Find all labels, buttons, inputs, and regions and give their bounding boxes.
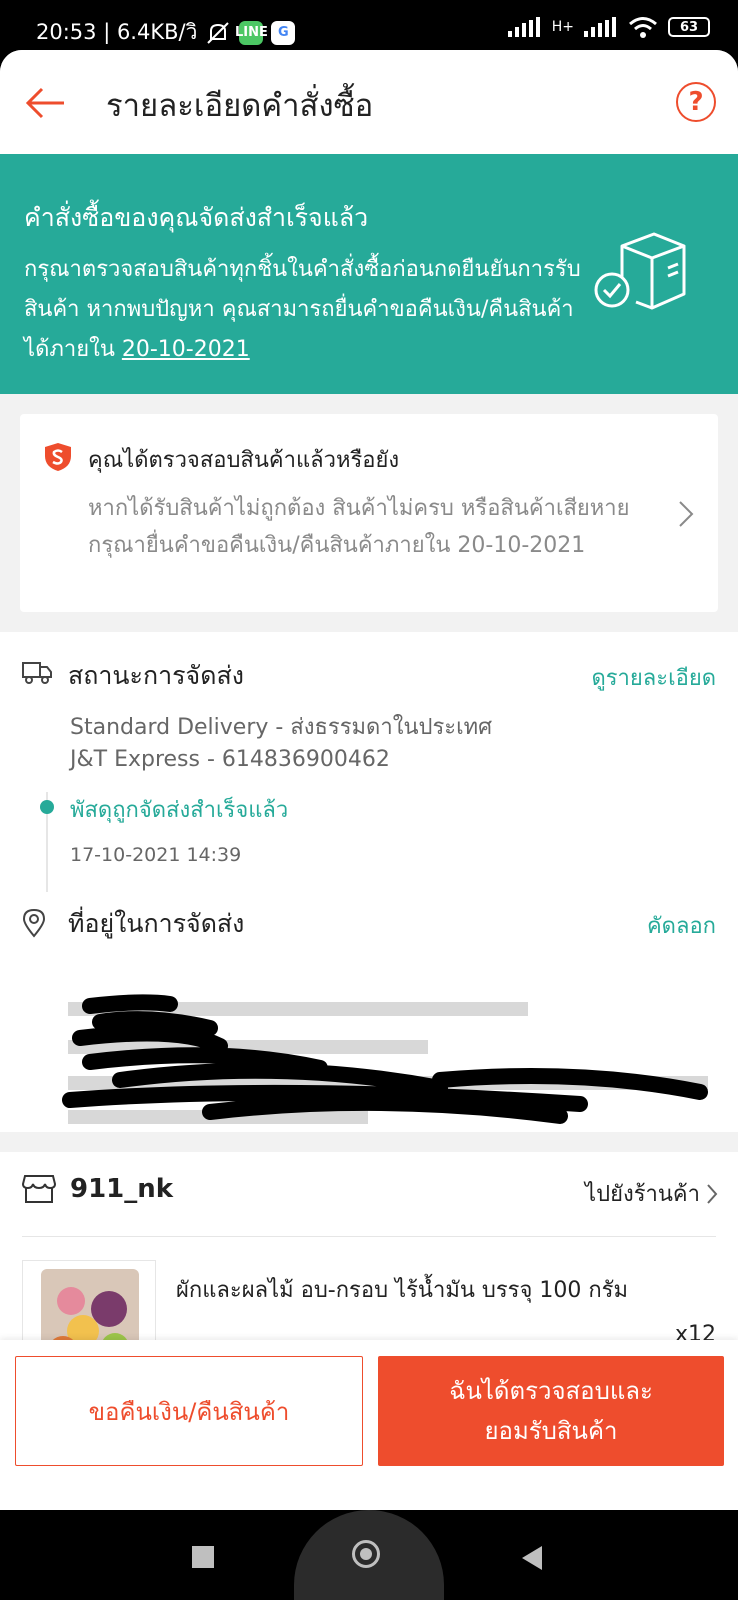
status-bar: 20:53 | 6.4KB/วิ LINE G H+ 63 <box>0 0 738 52</box>
shipping-carrier: J&T Express - 614836900462 <box>70 747 390 772</box>
chevron-right-icon <box>707 1183 718 1204</box>
location-pin-icon <box>22 908 46 938</box>
go-to-shop-label: ไปยังร้านค้า <box>585 1182 700 1207</box>
inspect-title: คุณได้ตรวจสอบสินค้าแล้วหรือยัง <box>88 448 400 473</box>
app-header: รายละเอียดคำสั่งซื้อ ? <box>0 50 738 154</box>
line-app-icon: LINE <box>235 20 268 45</box>
status-left: 20:53 | 6.4KB/วิ LINE G <box>36 16 296 49</box>
product-name[interactable]: ผักและผลไม้ อบ-กรอบ ไร้น้ำมัน บรรจุ 100 … <box>176 1272 628 1307</box>
package-check-icon <box>594 232 686 310</box>
system-nav-bar <box>0 1510 738 1600</box>
shipping-info: Standard Delivery - ส่งธรรมดาในประเทศ J&… <box>70 712 492 776</box>
recents-button[interactable] <box>192 1546 214 1568</box>
home-button[interactable] <box>352 1540 380 1568</box>
confirm-line-2: ยอมรับสินค้า <box>484 1417 618 1445</box>
battery-icon: 63 <box>668 17 710 37</box>
shipping-title: สถานะการจัดส่ง <box>68 661 244 690</box>
address-title: ที่อยู่ในการจัดส่ง <box>68 909 245 938</box>
signal-icon-2 <box>584 17 616 37</box>
status-time-speed: 20:53 | 6.4KB/วิ <box>36 20 198 44</box>
timeline-dot <box>40 800 54 814</box>
store-icon <box>22 1175 56 1203</box>
inspect-text: หากได้รับสินค้าไม่ถูกต้อง สินค้าไม่ครบ ห… <box>88 496 630 558</box>
divider <box>22 1236 716 1237</box>
shipping-section: สถานะการจัดส่ง ดูรายละเอียด Standard Del… <box>0 632 738 1132</box>
truck-icon <box>22 662 52 684</box>
copy-address-link[interactable]: คัดลอก <box>647 908 716 943</box>
delivery-time: 17-10-2021 14:39 <box>70 844 242 866</box>
banner-title: คำสั่งซื้อของคุณจัดส่งสำเร็จแล้ว <box>24 203 369 232</box>
delivery-status: พัสดุถูกจัดส่งสำเร็จแล้ว <box>70 798 289 823</box>
back-button[interactable] <box>522 1546 542 1570</box>
wifi-icon <box>629 17 657 38</box>
bottom-action-bar: ขอคืนเงิน/คืนสินค้า ฉันได้ตรวจสอบและ ยอม… <box>0 1340 738 1510</box>
refund-return-button[interactable]: ขอคืนเงิน/คืนสินค้า <box>15 1356 363 1466</box>
google-app-icon: G <box>271 20 296 45</box>
shield-icon <box>45 443 71 471</box>
shipping-method: Standard Delivery - ส่งธรรมดาในประเทศ <box>70 715 493 740</box>
banner-deadline: 20-10-2021 <box>121 337 250 362</box>
signal-icon <box>507 17 540 37</box>
banner-text: กรุณาตรวจสอบสินค้าทุกชิ้นในคำสั่งซื้อก่อ… <box>24 250 584 370</box>
redacted-address <box>62 994 708 1124</box>
confirm-receipt-button[interactable]: ฉันได้ตรวจสอบและ ยอมรับสินค้า <box>378 1356 724 1466</box>
page-title: รายละเอียดคำสั่งซื้อ <box>106 88 374 124</box>
help-icon[interactable]: ? <box>676 82 716 122</box>
shop-name[interactable]: 911_nk <box>70 1174 173 1204</box>
delivered-banner: คำสั่งซื้อของคุณจัดส่งสำเร็จแล้ว กรุณาตร… <box>0 154 738 394</box>
network-type-label: H+ <box>551 19 574 35</box>
back-arrow-icon[interactable] <box>22 78 72 128</box>
status-right: H+ 63 <box>507 16 710 38</box>
chevron-right-icon <box>679 501 694 527</box>
go-to-shop-link[interactable]: ไปยังร้านค้า <box>585 1176 718 1211</box>
bell-off-icon <box>207 21 230 44</box>
inspect-reminder-card[interactable]: คุณได้ตรวจสอบสินค้าแล้วหรือยัง หากได้รับ… <box>20 414 718 612</box>
confirm-line-1: ฉันได้ตรวจสอบและ <box>449 1377 653 1405</box>
banner-message: กรุณาตรวจสอบสินค้าทุกชิ้นในคำสั่งซื้อก่อ… <box>24 257 581 362</box>
shipping-detail-link[interactable]: ดูรายละเอียด <box>591 660 716 695</box>
order-detail-screen: รายละเอียดคำสั่งซื้อ ? คำสั่งซื้อของคุณจ… <box>0 50 738 1510</box>
